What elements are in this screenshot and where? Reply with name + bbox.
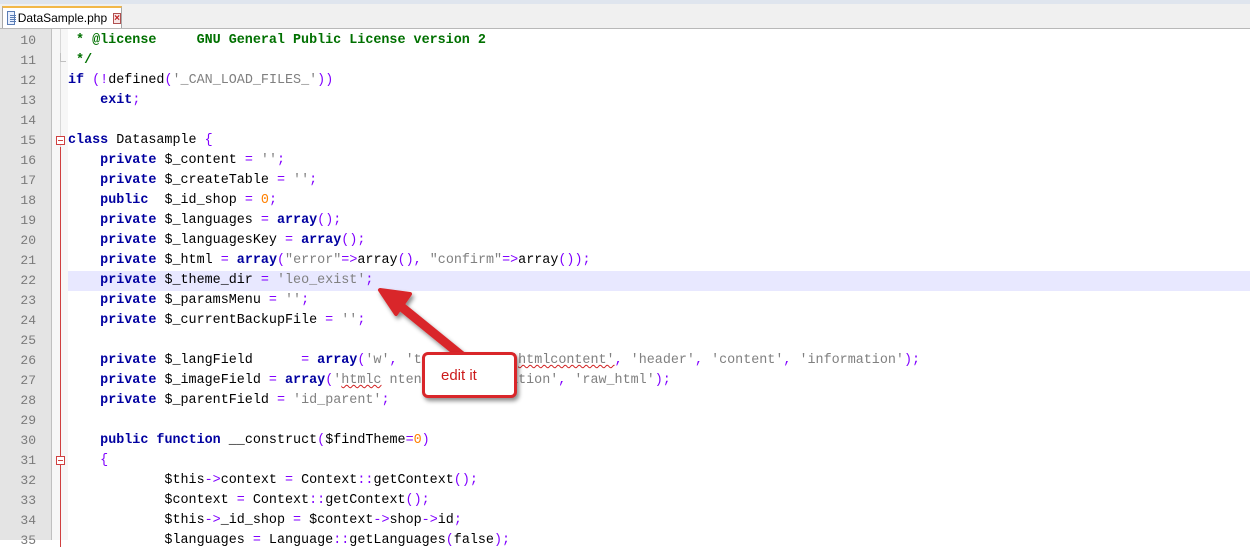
code-line[interactable]: 14 [0,111,1250,131]
code-line[interactable]: 32 $this->context = Context::getContext(… [0,471,1250,491]
code-text: $this->_id_shop = $context->shop->id; [68,513,462,528]
code-text: public $_id_shop = 0; [100,193,277,208]
code-line[interactable]: 20 private $_languagesKey = array(); [0,231,1250,251]
line-number: 22 [20,273,36,288]
code-line[interactable]: 11 */ [0,51,1250,71]
code-text: private $_content = ''; [100,153,286,168]
line-number: 15 [20,133,36,148]
code-line[interactable]: 15 class Datasample { [0,131,1250,151]
line-number: 25 [20,333,36,348]
code-text: private $_theme_dir = 'leo_exist'; [68,271,1250,291]
code-line[interactable]: 28 private $_parentField = 'id_parent'; [0,391,1250,411]
line-number: 32 [20,473,36,488]
code-text: * @license GNU General Public License ve… [68,33,486,48]
code-text: private $_createTable = ''; [100,173,318,188]
line-number: 10 [20,33,36,48]
code-line[interactable]: 19 private $_languages = array(); [0,211,1250,231]
line-number: 33 [20,493,36,508]
code-line[interactable]: 35 $languages = Language::getLanguages(f… [0,531,1250,551]
line-number: 26 [20,353,36,368]
fold-end-icon [60,53,66,62]
line-number: 31 [20,453,36,468]
line-number: 18 [20,193,36,208]
code-line[interactable]: 23 private $_paramsMenu = ''; [0,291,1250,311]
code-line[interactable]: 21 private $_html = array("error"=>array… [0,251,1250,271]
code-line[interactable]: 34 $this->_id_shop = $context->shop->id; [0,511,1250,531]
code-line[interactable]: 27 private $_imageField = array('htmlc n… [0,371,1250,391]
line-number: 29 [20,413,36,428]
line-number: 23 [20,293,36,308]
code-text: private $_html = array("error"=>array(),… [100,253,591,268]
code-line[interactable]: 18 public $_id_shop = 0; [0,191,1250,211]
tab-bar: DataSample.php × [0,0,1250,29]
code-text: public function __construct($findTheme=0… [100,433,430,448]
line-number: 35 [20,533,36,548]
code-lines: 10 * @license GNU General Public License… [0,31,1250,551]
line-number: 27 [20,373,36,388]
line-number: 14 [20,113,36,128]
fold-toggle-icon[interactable] [56,456,65,465]
code-text: private $_currentBackupFile = ''; [100,313,366,328]
code-text: { [100,453,109,468]
line-number: 34 [20,513,36,528]
edit-it-callout: edit it [422,352,517,398]
code-text: private $_imageField = array('htmlc nten… [100,373,671,388]
code-line[interactable]: 24 private $_currentBackupFile = ''; [0,311,1250,331]
code-text: private $_languages = array(); [100,213,342,228]
code-text: class Datasample { [68,133,213,148]
code-line[interactable]: 12 if (!defined('_CAN_LOAD_FILES_')) [0,71,1250,91]
line-number: 11 [20,53,36,68]
line-number: 20 [20,233,36,248]
code-text: if (!defined('_CAN_LOAD_FILES_')) [68,73,334,88]
code-editor[interactable]: 10 * @license GNU General Public License… [0,29,1250,548]
line-number: 13 [20,93,36,108]
line-number: 17 [20,173,36,188]
code-text: $this->context = Context::getContext(); [68,473,478,488]
code-line[interactable]: 22 private $_theme_dir = 'leo_exist'; [0,271,1250,291]
line-number: 28 [20,393,36,408]
code-line[interactable]: 30 public function __construct($findThem… [0,431,1250,451]
line-number: 30 [20,433,36,448]
code-line[interactable]: 10 * @license GNU General Public License… [0,31,1250,51]
line-number: 19 [20,213,36,228]
code-text: private $_languagesKey = array(); [100,233,366,248]
tab-datasample-php[interactable]: DataSample.php × [2,6,122,28]
code-line[interactable]: 31 { [0,451,1250,471]
line-number: 24 [20,313,36,328]
code-text: private $_parentField = 'id_parent'; [100,393,390,408]
tab-label: DataSample.php [17,11,108,25]
code-line[interactable]: 33 $context = Context::getContext(); [0,491,1250,511]
line-number: 21 [20,253,36,268]
code-line[interactable]: 13 exit; [0,91,1250,111]
php-file-icon [7,11,16,25]
code-line[interactable]: 17 private $_createTable = ''; [0,171,1250,191]
code-text: exit; [100,93,141,108]
code-text: $context = Context::getContext(); [68,493,430,508]
code-line[interactable]: 25 [0,331,1250,351]
code-text: */ [68,53,93,68]
code-text: private $_paramsMenu = ''; [100,293,310,308]
code-line[interactable]: 16 private $_content = ''; [0,151,1250,171]
code-text: private $_langField = array('w', 'text_l… [100,353,921,368]
line-number: 12 [20,73,36,88]
code-text: $languages = Language::getLanguages(fals… [68,533,511,548]
close-tab-icon[interactable]: × [113,12,121,24]
code-line[interactable]: 29 [0,411,1250,431]
fold-toggle-icon[interactable] [56,136,65,145]
line-number: 16 [20,153,36,168]
code-line[interactable]: 26 private $_langField = array('w', 'tex… [0,351,1250,371]
